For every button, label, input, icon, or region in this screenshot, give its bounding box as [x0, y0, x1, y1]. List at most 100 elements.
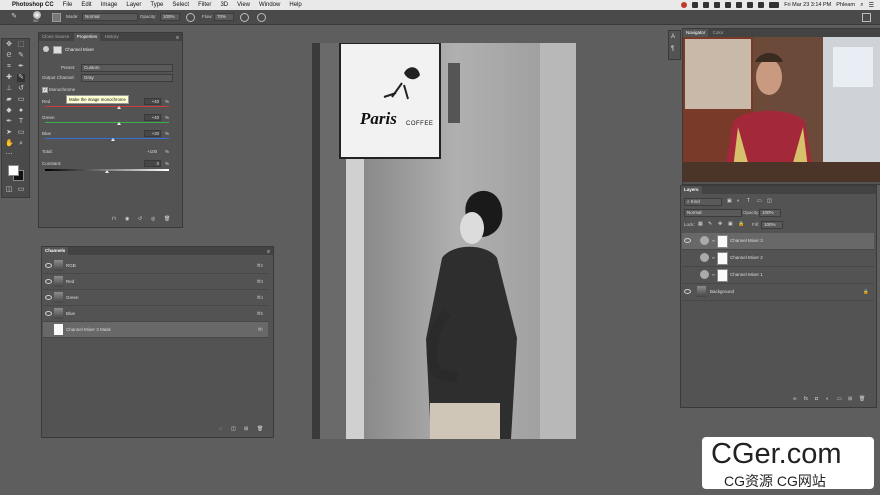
lock-move-icon[interactable]: ✥ — [718, 221, 722, 227]
eye-icon[interactable] — [45, 279, 52, 284]
menu-edit[interactable]: Edit — [81, 2, 91, 8]
new-group-icon[interactable]: ▭ — [837, 396, 842, 402]
layer-mask-thumbnail[interactable] — [717, 235, 728, 248]
lock-all-icon[interactable]: 🔒 — [738, 221, 744, 227]
gradient-icon[interactable]: ▭ — [17, 96, 25, 104]
time-machine-icon[interactable] — [725, 2, 732, 8]
volume-icon[interactable] — [758, 2, 765, 8]
channel-row-red[interactable]: Red ⌘3 — [43, 274, 268, 290]
layer-row-background[interactable]: Background 🔒 — [682, 284, 874, 301]
monochrome-label[interactable]: Monochrome — [49, 87, 75, 92]
datetime-text[interactable]: Fri Mar 23 3:14 PM — [784, 2, 831, 8]
dodge-icon[interactable]: ● — [17, 107, 25, 115]
screen-mode-icon[interactable]: ▭ — [17, 186, 25, 194]
blur-icon[interactable]: ◆ — [5, 107, 13, 115]
delete-icon[interactable]: 🗑 — [164, 216, 170, 222]
app-menu[interactable]: Photoshop CC — [12, 2, 54, 8]
reset-icon[interactable]: ↺ — [138, 216, 142, 222]
layer-filter-kind[interactable]: ⌕ Kind — [684, 198, 722, 206]
more-tools-icon[interactable]: ⋯ — [5, 151, 13, 159]
menu-file[interactable]: File — [63, 2, 73, 8]
tab-layers[interactable]: Layers — [681, 186, 702, 194]
wifi-icon[interactable] — [747, 2, 754, 8]
tab-navigator[interactable]: Navigator — [683, 29, 709, 37]
brush-panel-icon[interactable] — [52, 13, 61, 22]
menu-layer[interactable]: Layer — [126, 2, 141, 8]
healing-brush-icon[interactable]: ✚ — [5, 74, 13, 82]
visibility-icon[interactable]: ◎ — [151, 216, 155, 222]
pen-tool-icon[interactable]: ✒ — [5, 118, 13, 126]
clone-stamp-icon[interactable]: ⊥ — [5, 85, 13, 93]
zoom-tool-icon[interactable]: ⌕ — [17, 140, 25, 148]
type-tool-icon[interactable]: T — [17, 118, 25, 126]
menu-help[interactable]: Help — [289, 2, 301, 8]
mode-dropdown[interactable]: Normal — [82, 13, 138, 21]
record-icon[interactable] — [681, 2, 688, 8]
flow-field[interactable]: 70% — [214, 13, 234, 21]
blue-slider-track[interactable] — [45, 138, 169, 139]
new-adjustment-icon[interactable]: ◐ — [826, 396, 829, 402]
channels-menu-icon[interactable]: ≡ — [267, 249, 270, 255]
fill-field[interactable]: 100% — [761, 221, 783, 229]
red-slider-thumb[interactable] — [117, 106, 122, 109]
marquee-tool-icon[interactable]: ⬚ — [17, 41, 25, 49]
link-layers-icon[interactable]: ∞ — [793, 396, 797, 402]
mask-icon[interactable] — [53, 46, 62, 54]
lock-paint-icon[interactable]: ✎ — [708, 221, 712, 227]
opacity-field[interactable]: 100% — [160, 13, 180, 21]
channel-row-green[interactable]: Green ⌘4 — [43, 290, 268, 306]
filter-type-icon[interactable]: T — [747, 198, 750, 204]
add-mask-icon[interactable]: ◘ — [815, 396, 818, 402]
green-value-field[interactable]: +40 — [144, 114, 161, 121]
shape-tool-icon[interactable]: ▭ — [17, 129, 25, 137]
menu-select[interactable]: Select — [172, 2, 189, 8]
battery-icon[interactable] — [769, 2, 780, 8]
foreground-color-swatch[interactable] — [8, 165, 19, 176]
eye-icon[interactable] — [45, 311, 52, 316]
layer-row-channel-mixer-1[interactable]: ∞ Channel Mixer 1 — [682, 267, 874, 284]
eye-icon[interactable] — [684, 289, 691, 294]
app-icon[interactable] — [692, 2, 699, 8]
chain-icon[interactable]: ∞ — [712, 272, 715, 277]
airbrush-icon[interactable] — [240, 13, 249, 22]
constant-slider-thumb[interactable] — [105, 170, 109, 173]
lock-artboard-icon[interactable]: ▣ — [728, 221, 733, 227]
new-channel-icon[interactable]: ⊞ — [244, 426, 248, 432]
chain-icon[interactable]: ∞ — [712, 255, 715, 260]
eye-icon[interactable] — [45, 263, 52, 268]
navigator-preview[interactable] — [683, 37, 880, 182]
menu-view[interactable]: View — [237, 2, 250, 8]
pressure-size-icon[interactable] — [257, 13, 266, 22]
delete-channel-icon[interactable]: 🗑 — [257, 426, 263, 432]
eye-icon[interactable] — [45, 295, 52, 300]
monochrome-checkbox[interactable]: ✓ — [42, 87, 48, 93]
filter-smart-icon[interactable]: ◫ — [767, 198, 772, 204]
blue-value-field[interactable]: +20 — [144, 130, 161, 137]
pressure-opacity-icon[interactable] — [186, 13, 195, 22]
path-select-icon[interactable]: ➤ — [5, 129, 13, 137]
output-channel-dropdown[interactable]: Gray — [81, 74, 173, 82]
green-slider-track[interactable] — [45, 122, 169, 123]
layer-opacity-field[interactable]: 100% — [759, 209, 781, 217]
channel-row-mask[interactable]: Channel Mixer 3 Mask ⌘\ — [43, 322, 268, 338]
filter-adjustment-icon[interactable]: ◐ — [737, 198, 740, 204]
hand-tool-icon[interactable]: ✋ — [5, 140, 14, 148]
bluetooth-icon[interactable] — [736, 2, 743, 8]
green-slider-thumb[interactable] — [117, 122, 122, 125]
tab-properties[interactable]: Properties — [73, 33, 101, 41]
red-value-field[interactable]: +40 — [144, 98, 161, 105]
character-panel-icon[interactable]: A — [671, 34, 675, 40]
menu-filter[interactable]: Filter — [198, 2, 211, 8]
layer-row-channel-mixer-2[interactable]: ∞ Channel Mixer 2 — [682, 250, 874, 267]
channel-row-rgb[interactable]: RGB ⌘2 — [43, 258, 268, 274]
chain-icon[interactable]: ∞ — [712, 238, 715, 243]
filter-shape-icon[interactable]: ▭ — [757, 198, 762, 204]
search-icon[interactable]: ⌕ — [860, 2, 863, 9]
history-brush-icon[interactable]: ↺ — [17, 85, 25, 93]
menu-3d[interactable]: 3D — [220, 2, 228, 8]
load-selection-icon[interactable]: ◌ — [219, 426, 222, 432]
lock-pixels-icon[interactable]: ▦ — [698, 221, 703, 227]
crop-tool-icon[interactable]: ⌗ — [5, 63, 13, 71]
move-tool-icon[interactable]: ✥ — [5, 41, 13, 49]
layer-mask-thumbnail[interactable] — [717, 252, 728, 265]
